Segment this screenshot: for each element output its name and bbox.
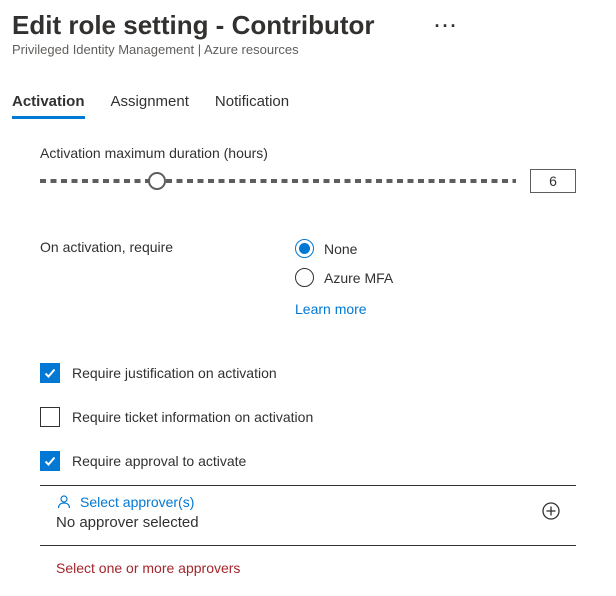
- checkbox-justification[interactable]: Require justification on activation: [40, 363, 576, 383]
- radio-azure-mfa[interactable]: Azure MFA: [295, 268, 393, 287]
- checkbox-approval[interactable]: Require approval to activate: [40, 451, 576, 471]
- duration-value-input[interactable]: 6: [530, 169, 576, 193]
- radio-none-label: None: [324, 241, 357, 257]
- checkbox-icon: [40, 363, 60, 383]
- plus-circle-icon: [542, 502, 560, 520]
- checkbox-icon: [40, 451, 60, 471]
- radio-none[interactable]: None: [295, 239, 393, 258]
- checkbox-justification-label: Require justification on activation: [72, 365, 277, 381]
- checkbox-ticket-label: Require ticket information on activation: [72, 409, 313, 425]
- duration-slider[interactable]: [40, 171, 516, 191]
- validation-message: Select one or more approvers: [56, 560, 576, 576]
- tab-activation[interactable]: Activation: [12, 93, 85, 119]
- radio-mfa-label: Azure MFA: [324, 270, 393, 286]
- more-actions-button[interactable]: ···: [435, 16, 459, 37]
- checkbox-ticket[interactable]: Require ticket information on activation: [40, 407, 576, 427]
- add-approver-button[interactable]: [542, 502, 560, 523]
- breadcrumb: Privileged Identity Management | Azure r…: [12, 42, 604, 57]
- person-icon: [56, 494, 72, 510]
- require-label: On activation, require: [40, 239, 295, 317]
- checkbox-icon: [40, 407, 60, 427]
- tab-bar: Activation Assignment Notification: [12, 93, 604, 119]
- tab-assignment[interactable]: Assignment: [111, 93, 189, 119]
- tab-notification[interactable]: Notification: [215, 93, 289, 119]
- select-approvers-link[interactable]: Select approver(s): [56, 494, 199, 510]
- duration-label: Activation maximum duration (hours): [40, 145, 576, 161]
- approver-box: Select approver(s) No approver selected: [40, 485, 576, 546]
- checkbox-approval-label: Require approval to activate: [72, 453, 246, 469]
- slider-thumb[interactable]: [148, 172, 166, 190]
- approver-status: No approver selected: [56, 514, 199, 531]
- page-title: Edit role setting - Contributor: [12, 10, 375, 41]
- learn-more-link[interactable]: Learn more: [295, 301, 393, 317]
- select-approvers-label: Select approver(s): [80, 494, 194, 510]
